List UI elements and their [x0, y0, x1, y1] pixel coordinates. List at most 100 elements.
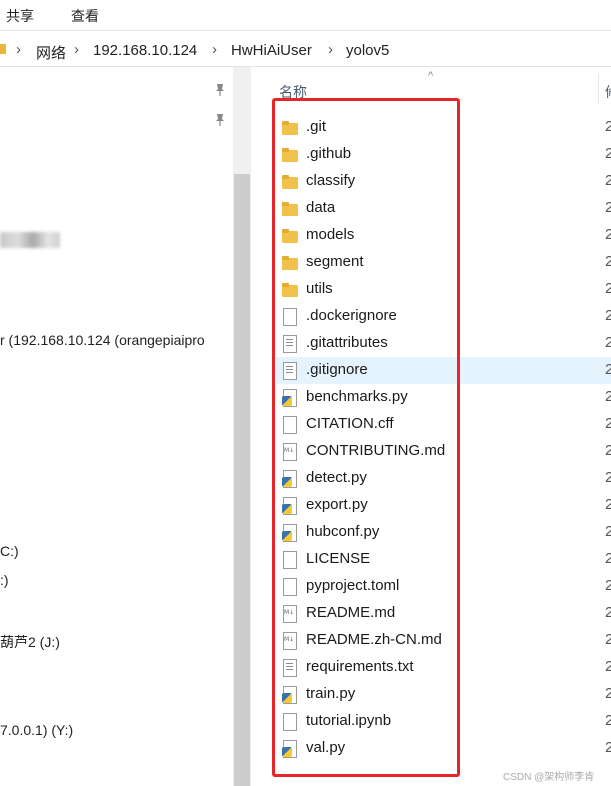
- file-icon: [282, 713, 298, 731]
- file-name: models: [306, 226, 355, 243]
- file-modified-date: 2: [605, 280, 611, 297]
- nav-item-drive[interactable]: :): [0, 572, 9, 588]
- breadcrumb-current[interactable]: yolov5: [346, 42, 389, 59]
- chevron-right-icon[interactable]: ›: [328, 41, 333, 58]
- file-modified-date: 2: [605, 550, 611, 567]
- file-modified-date: 2: [605, 685, 611, 702]
- file-name: train.py: [306, 685, 356, 702]
- file-name: detect.py: [306, 469, 367, 486]
- file-name: CITATION.cff: [306, 415, 394, 432]
- pin-icon[interactable]: [214, 113, 226, 127]
- file-name: .github: [306, 145, 352, 162]
- ribbon: 共享 查看: [0, 0, 611, 30]
- file-icon: [282, 308, 298, 326]
- python-file-icon: [282, 470, 298, 488]
- folder-icon: [0, 44, 6, 54]
- file-name: segment: [306, 253, 364, 270]
- file-row[interactable]: requirements.txt 2: [276, 654, 611, 681]
- file-name: export.py: [306, 496, 368, 513]
- file-row[interactable]: export.py 2: [276, 492, 611, 519]
- breadcrumb-network[interactable]: 网络: [36, 42, 66, 63]
- file-name: .gitignore: [306, 361, 368, 378]
- file-name: README.zh-CN.md: [306, 631, 442, 648]
- file-row[interactable]: train.py 2: [276, 681, 611, 708]
- column-header-modified[interactable]: 修: [605, 82, 611, 102]
- ribbon-tab-share[interactable]: 共享: [6, 6, 34, 26]
- file-name: utils: [306, 280, 333, 297]
- file-row[interactable]: benchmarks.py 2: [276, 384, 611, 411]
- file-name: val.py: [306, 739, 346, 756]
- file-row[interactable]: detect.py 2: [276, 465, 611, 492]
- breadcrumb-host[interactable]: 192.168.10.124: [93, 42, 197, 59]
- chevron-right-icon[interactable]: ›: [212, 41, 217, 58]
- file-row[interactable]: .github 2: [276, 141, 611, 168]
- file-row[interactable]: LICENSE 2: [276, 546, 611, 573]
- file-modified-date: 2: [605, 199, 611, 216]
- nav-item-drive-c[interactable]: C:): [0, 543, 19, 559]
- file-row[interactable]: classify 2: [276, 168, 611, 195]
- file-name: .git: [306, 118, 327, 135]
- file-row[interactable]: segment 2: [276, 249, 611, 276]
- nav-scrollbar-thumb[interactable]: [234, 174, 250, 786]
- file-modified-date: 2: [605, 712, 611, 729]
- file-row[interactable]: .gitattributes 2: [276, 330, 611, 357]
- file-row[interactable]: models 2: [276, 222, 611, 249]
- file-row[interactable]: hubconf.py 2: [276, 519, 611, 546]
- file-row[interactable]: README.zh-CN.md 2: [276, 627, 611, 654]
- file-row[interactable]: utils 2: [276, 276, 611, 303]
- python-file-icon: [282, 497, 298, 515]
- address-bar[interactable]: › 网络 › 192.168.10.124 › HwHiAiUser › yol…: [0, 36, 611, 64]
- python-file-icon: [282, 686, 298, 704]
- chevron-right-icon[interactable]: ›: [74, 41, 79, 58]
- file-name: .dockerignore: [306, 307, 397, 324]
- file-icon: [282, 551, 298, 569]
- file-row[interactable]: pyproject.toml 2: [276, 573, 611, 600]
- file-modified-date: 2: [605, 469, 611, 486]
- file-modified-date: 2: [605, 577, 611, 594]
- file-modified-date: 2: [605, 604, 611, 621]
- file-name: README.md: [306, 604, 396, 621]
- text-file-icon: [282, 335, 298, 353]
- file-row[interactable]: .dockerignore 2: [276, 303, 611, 330]
- markdown-file-icon: [282, 632, 298, 650]
- file-row[interactable]: .git 2: [276, 114, 611, 141]
- markdown-file-icon: [282, 443, 298, 461]
- pin-icon[interactable]: [214, 83, 226, 97]
- nav-item-drive-y[interactable]: 7.0.0.1) (Y:): [0, 722, 73, 738]
- file-row[interactable]: CITATION.cff 2: [276, 411, 611, 438]
- file-name: hubconf.py: [306, 523, 380, 540]
- file-modified-date: 2: [605, 145, 611, 162]
- breadcrumb-user[interactable]: HwHiAiUser: [231, 42, 312, 59]
- column-header-name[interactable]: 名称: [279, 82, 307, 102]
- file-modified-date: 2: [605, 523, 611, 540]
- file-modified-date: 2: [605, 172, 611, 189]
- text-file-icon: [282, 362, 298, 380]
- markdown-file-icon: [282, 605, 298, 623]
- nav-item-network-drive[interactable]: r (192.168.10.124 (orangepiaipro: [0, 332, 205, 348]
- file-row[interactable]: val.py 2: [276, 735, 611, 762]
- file-modified-date: 2: [605, 739, 611, 756]
- navigation-pane: r (192.168.10.124 (orangepiaipro C:) :) …: [0, 67, 232, 786]
- python-file-icon: [282, 740, 298, 758]
- file-row[interactable]: tutorial.ipynb 2: [276, 708, 611, 735]
- chevron-right-icon[interactable]: ›: [16, 41, 21, 58]
- python-file-icon: [282, 524, 298, 542]
- file-modified-date: 2: [605, 253, 611, 270]
- file-icon: [282, 578, 298, 596]
- file-row[interactable]: .gitignore 2: [276, 357, 611, 384]
- file-modified-date: 2: [605, 388, 611, 405]
- nav-item-drive-j[interactable]: 葫芦2 (J:): [0, 632, 60, 652]
- file-modified-date: 2: [605, 361, 611, 378]
- folder-icon: [282, 200, 298, 217]
- file-name: LICENSE: [306, 550, 371, 567]
- file-row[interactable]: data 2: [276, 195, 611, 222]
- folder-icon: [282, 227, 298, 244]
- file-row[interactable]: README.md 2: [276, 600, 611, 627]
- file-row[interactable]: CONTRIBUTING.md 2: [276, 438, 611, 465]
- file-modified-date: 2: [605, 442, 611, 459]
- folder-icon: [282, 173, 298, 190]
- ribbon-tab-view[interactable]: 查看: [71, 6, 99, 26]
- ribbon-divider: [0, 30, 611, 31]
- column-divider[interactable]: [598, 74, 599, 104]
- file-name: classify: [306, 172, 356, 189]
